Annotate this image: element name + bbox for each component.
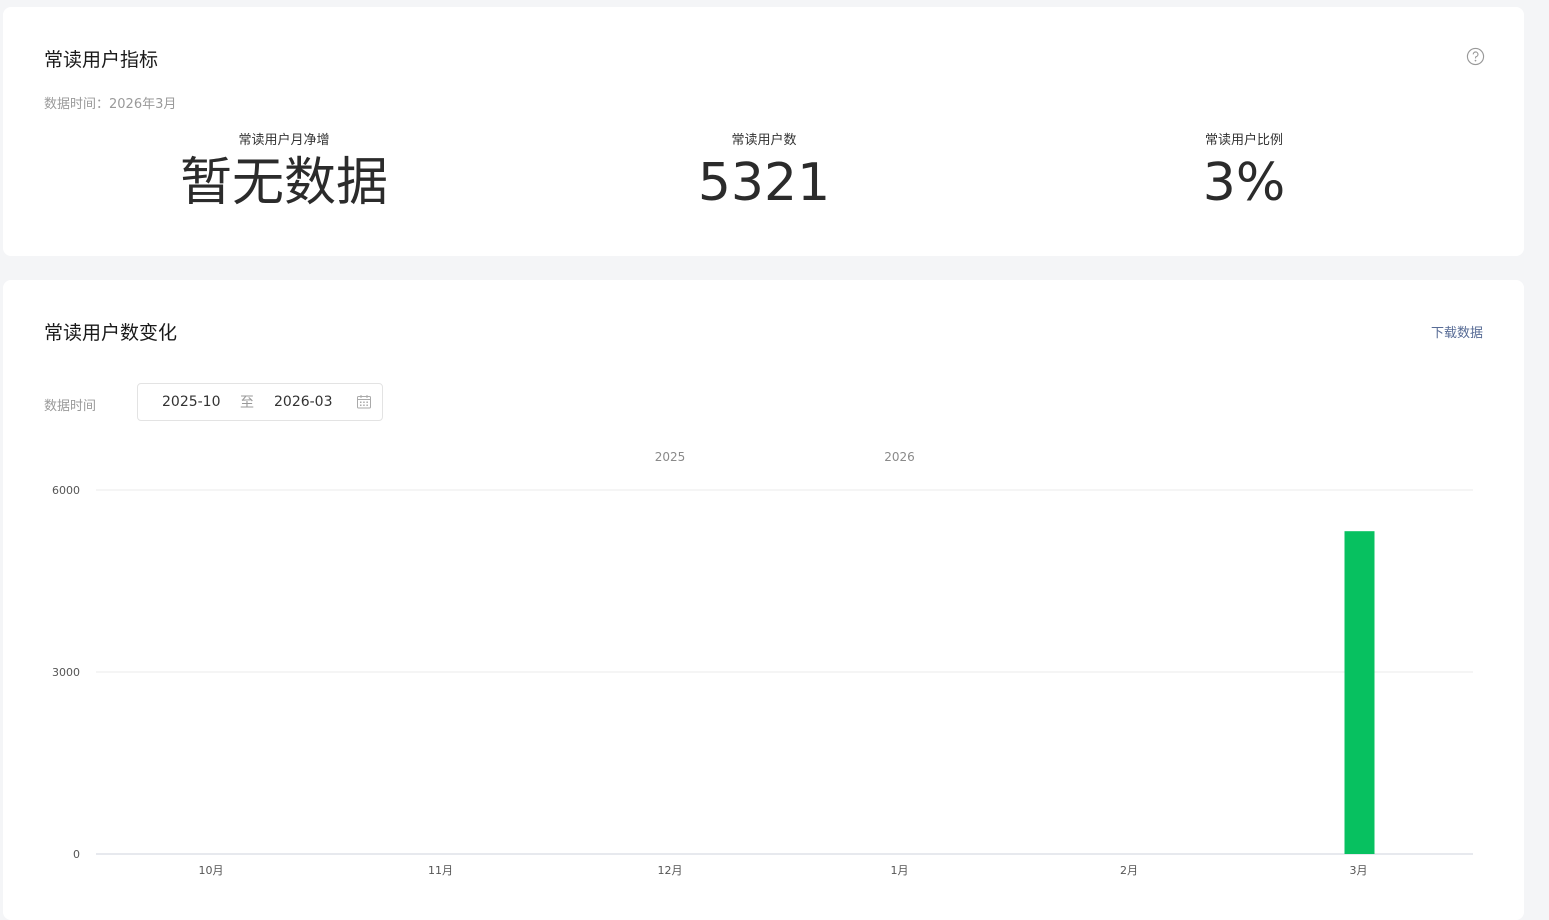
help-icon[interactable]: [1466, 47, 1485, 66]
x-tick-label: 2月: [1120, 864, 1138, 877]
metric-label: 常读用户比例: [1204, 133, 1283, 148]
y-tick-label: 3000: [52, 666, 80, 679]
bar: [1344, 531, 1375, 854]
x-tick-label: 10月: [199, 864, 224, 877]
metrics-card: 常读用户指标 数据时间：2026年3月 常读用户月净增 暂无数据 常读用户数 5…: [3, 7, 1524, 256]
metric-value: 3%: [1202, 153, 1286, 213]
metrics-data-time: 数据时间：2026年3月: [44, 97, 177, 112]
metric-value: 5321: [697, 153, 831, 213]
y-tick-label: 6000: [52, 484, 80, 497]
x-tick-label: 1月: [891, 864, 909, 877]
user-count-bar-chart: 0 3000 6000 10月 11月 12月 1月 2月 3月 2025 2026: [52, 450, 1473, 877]
metric-user-count: 常读用户数 5321: [564, 129, 964, 214]
year-label: 2025: [655, 450, 686, 464]
metric-label: 常读用户数: [731, 133, 797, 148]
metric-user-ratio: 常读用户比例 3%: [1044, 129, 1444, 214]
x-tick-label: 3月: [1350, 864, 1368, 877]
metrics-card-title: 常读用户指标: [44, 49, 159, 71]
year-label: 2026: [884, 450, 915, 464]
metric-net-increase: 常读用户月净增 暂无数据: [84, 129, 484, 214]
metric-value: 暂无数据: [179, 153, 388, 213]
x-tick-label: 11月: [428, 864, 453, 877]
metric-label: 常读用户月净增: [238, 133, 330, 148]
x-tick-label: 12月: [658, 864, 683, 877]
trend-card: 常读用户数变化 下载数据 数据时间 2025-10 至 2026-03 0 300…: [3, 280, 1524, 920]
y-tick-label: 0: [73, 848, 80, 861]
